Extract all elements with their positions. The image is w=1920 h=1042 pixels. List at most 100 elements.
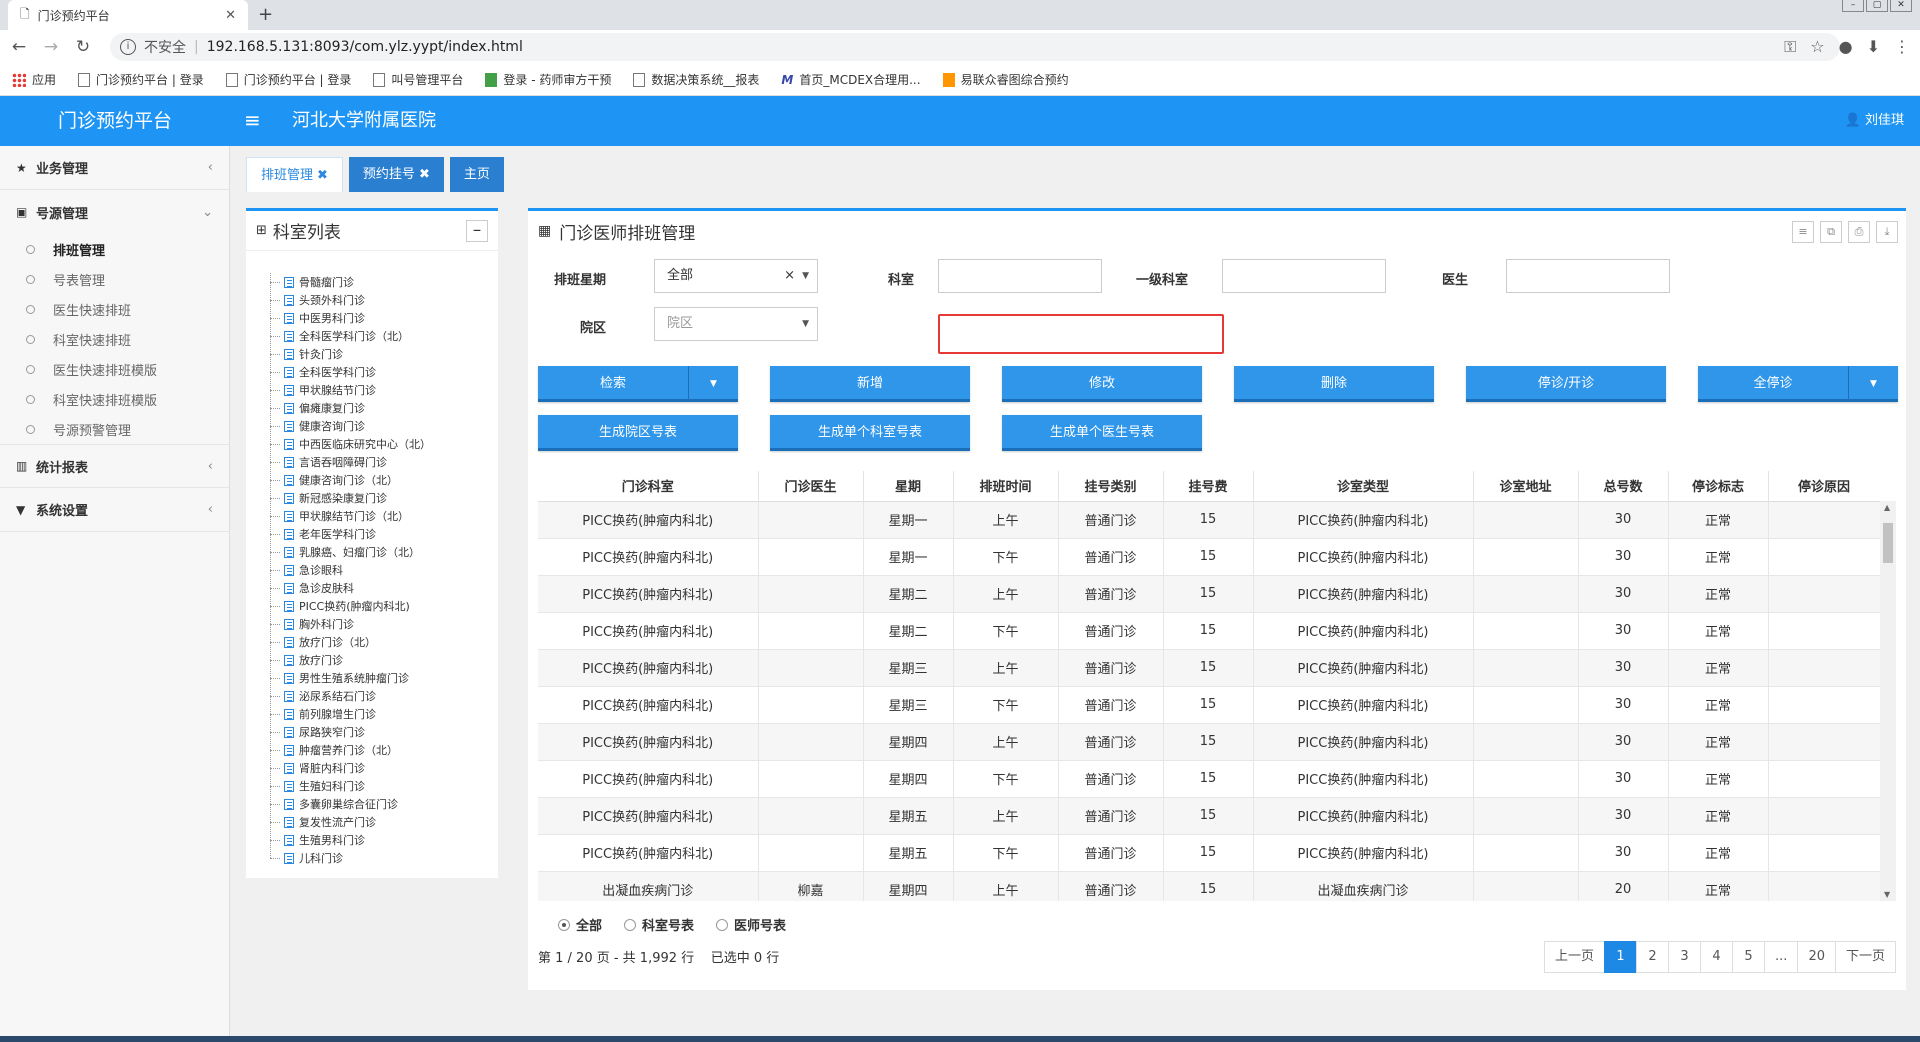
dept-tree-item[interactable]: 老年医学科门诊 (270, 525, 490, 543)
dept-tree-item[interactable]: 肾脏内科门诊 (270, 759, 490, 777)
dept-tree-item[interactable]: 头颈外科门诊 (270, 291, 490, 309)
export-icon[interactable]: ⤓ (1876, 221, 1898, 243)
copy-icon[interactable]: ⧉ (1820, 221, 1842, 243)
column-header[interactable]: 排班时间 (953, 471, 1059, 502)
menu-icon[interactable]: ⋮ (1894, 37, 1910, 57)
sidebar-group-source[interactable]: ▣ 号源管理 ⌄ (0, 190, 229, 234)
bookmark-item[interactable]: 数据决策系统__报表 (633, 71, 759, 88)
table-row[interactable]: PICC换药(肿瘤内科北) 星期三 上午 普通门诊 15 PICC换药(肿瘤内科北) 30 正… (538, 649, 1880, 687)
dept-tree-item[interactable]: 尿路狭窄门诊 (270, 723, 490, 741)
caret-down-icon[interactable]: ▼ (688, 366, 738, 402)
menu-toggle-icon[interactable]: ≡ (244, 108, 261, 132)
radio-dept-table[interactable]: 科室号表 (624, 915, 694, 934)
gen-dept-button[interactable]: 生成单个科室号表 (770, 415, 970, 451)
close-tab-icon[interactable]: ✕ (225, 8, 236, 23)
bookmark-item[interactable]: 门诊预约平台 | 登录 (225, 71, 351, 88)
clear-icon[interactable]: × (784, 260, 795, 292)
campus-select[interactable]: 院区 ▼ (654, 307, 818, 341)
dept-tree-item[interactable]: 急诊皮肤科 (270, 579, 490, 597)
minimize-button[interactable]: – (1842, 0, 1864, 12)
table-row[interactable]: PICC换药(肿瘤内科北) 星期一 上午 普通门诊 15 PICC换药(肿瘤内科北) 30 正… (538, 501, 1880, 539)
first-dept-input[interactable] (1222, 259, 1386, 293)
radio-circle[interactable] (624, 918, 637, 931)
table-scrollbar[interactable]: ▲ ▼ (1880, 501, 1896, 901)
page-button[interactable]: 5 (1732, 941, 1766, 973)
bookmark-item[interactable]: 易联众睿图综合预约 (942, 71, 1069, 88)
bookmark-apps[interactable]: 应用 (12, 71, 56, 88)
reload-icon[interactable]: ↻ (70, 37, 96, 57)
column-header[interactable]: 停诊原因 (1768, 471, 1880, 502)
scroll-up-icon[interactable]: ▲ (1884, 503, 1890, 512)
page-button[interactable]: 3 (1668, 941, 1702, 973)
column-header[interactable]: 挂号类别 (1058, 471, 1164, 502)
edit-button[interactable]: 修改 (1002, 366, 1202, 402)
delete-button[interactable]: 删除 (1234, 366, 1434, 402)
dept-tree-item[interactable]: 偏瘫康复门诊 (270, 399, 490, 417)
column-header[interactable]: 诊室地址 (1473, 471, 1579, 502)
page-button[interactable]: ... (1764, 941, 1799, 973)
close-icon[interactable]: ✖ (317, 168, 328, 183)
sidebar-item-dept-template[interactable]: 科室快速排班模版 (0, 384, 229, 414)
sidebar-item-source-table[interactable]: 号表管理 (0, 264, 229, 294)
dept-tree-item[interactable]: 胸外科门诊 (270, 615, 490, 633)
table-row[interactable]: PICC换药(肿瘤内科北) 星期五 上午 普通门诊 15 PICC换药(肿瘤内科北) 30 正… (538, 797, 1880, 835)
dept-tree-item[interactable]: 乳腺癌、妇瘤门诊（北） (270, 543, 490, 561)
close-window-button[interactable]: ✕ (1890, 0, 1912, 12)
table-row[interactable]: PICC换药(肿瘤内科北) 星期五 下午 普通门诊 15 PICC换药(肿瘤内科北) 30 正… (538, 834, 1880, 872)
page-button[interactable]: 2 (1636, 941, 1670, 973)
print-icon[interactable]: ⎙ (1848, 221, 1870, 243)
column-header[interactable]: 门诊医生 (758, 471, 864, 502)
column-header[interactable]: 门诊科室 (538, 471, 759, 502)
key-icon[interactable]: ⚿ (1784, 37, 1796, 57)
close-icon[interactable]: ✖ (419, 167, 430, 182)
next-page-button[interactable]: 下一页 (1834, 941, 1896, 973)
dept-tree-item[interactable]: PICC换药(肿瘤内科北) (270, 597, 490, 615)
sidebar-item-doctor-quick[interactable]: 医生快速排班 (0, 294, 229, 324)
page-button[interactable]: 20 (1797, 941, 1836, 973)
sidebar-item-warning[interactable]: 号源预警管理 (0, 414, 229, 444)
dept-tree-item[interactable]: 多囊卵巢综合征门诊 (270, 795, 490, 813)
dept-tree-item[interactable]: 针灸门诊 (270, 345, 490, 363)
dept-tree-item[interactable]: 泌尿系结石门诊 (270, 687, 490, 705)
sidebar-group-stats[interactable]: ▥ 统计报表 ‹ (0, 444, 229, 488)
sidebar-group-business[interactable]: ★ 业务管理 ‹ (0, 146, 229, 190)
user-menu[interactable]: 👤 刘佳琪 (1845, 96, 1904, 146)
bookmark-item[interactable]: 门诊预约平台 | 登录 (78, 71, 204, 88)
dept-tree-item[interactable]: 儿科门诊 (270, 849, 490, 867)
tab-schedule[interactable]: 排班管理 ✖ (246, 157, 343, 192)
table-row[interactable]: PICC换药(肿瘤内科北) 星期二 下午 普通门诊 15 PICC换药(肿瘤内科北) 30 正… (538, 612, 1880, 650)
bookmark-item[interactable]: M 首页_MCDEX合理用... (781, 71, 921, 88)
dept-tree-item[interactable]: 生殖男科门诊 (270, 831, 490, 849)
page-button[interactable]: 1 (1604, 941, 1638, 973)
page-button[interactable]: 4 (1700, 941, 1734, 973)
table-row[interactable]: PICC换药(肿瘤内科北) 星期一 下午 普通门诊 15 PICC换药(肿瘤内科北) 30 正… (538, 538, 1880, 576)
column-header[interactable]: 停诊标志 (1668, 471, 1769, 502)
radio-circle[interactable] (558, 918, 570, 931)
dept-tree-item[interactable]: 前列腺增生门诊 (270, 705, 490, 723)
dept-tree-item[interactable]: 健康咨询门诊 (270, 417, 490, 435)
maximize-button[interactable]: ▢ (1866, 0, 1888, 12)
dept-tree-item[interactable]: 放疗门诊（北） (270, 633, 490, 651)
scroll-down-icon[interactable]: ▼ (1884, 890, 1890, 899)
new-tab-button[interactable]: + (258, 4, 273, 25)
sidebar-item-dept-quick[interactable]: 科室快速排班 (0, 324, 229, 354)
info-icon[interactable]: i (120, 39, 136, 55)
radio-doctor-table[interactable]: 医师号表 (716, 915, 786, 934)
dept-tree-item[interactable]: 肿瘤营养门诊（北） (270, 741, 490, 759)
dept-tree-item[interactable]: 甲状腺结节门诊 (270, 381, 490, 399)
dept-tree-item[interactable]: 甲状腺结节门诊（北） (270, 507, 490, 525)
back-icon[interactable]: ← (6, 37, 32, 57)
prev-page-button[interactable]: 上一页 (1544, 941, 1606, 973)
radio-all[interactable]: 全部 (558, 915, 602, 934)
tab-appointment[interactable]: 预约挂号 ✖ (348, 157, 444, 192)
bookmark-item[interactable]: 叫号管理平台 (373, 71, 463, 88)
dept-tree-item[interactable]: 生殖妇科门诊 (270, 777, 490, 795)
dept-tree-item[interactable]: 中西医临床研究中心（北） (270, 435, 490, 453)
radio-circle[interactable] (716, 918, 729, 931)
column-header[interactable]: 总号数 (1578, 471, 1669, 502)
sidebar-item-schedule[interactable]: 排班管理 (0, 234, 229, 264)
url-field[interactable]: i 不安全 | 192.168.5.131:8093/com.ylz.yypt/… (110, 33, 1840, 61)
dept-tree-item[interactable]: 中医男科门诊 (270, 309, 490, 327)
tab-home[interactable]: 主页 (449, 157, 504, 192)
column-header[interactable]: 诊室类型 (1253, 471, 1474, 502)
